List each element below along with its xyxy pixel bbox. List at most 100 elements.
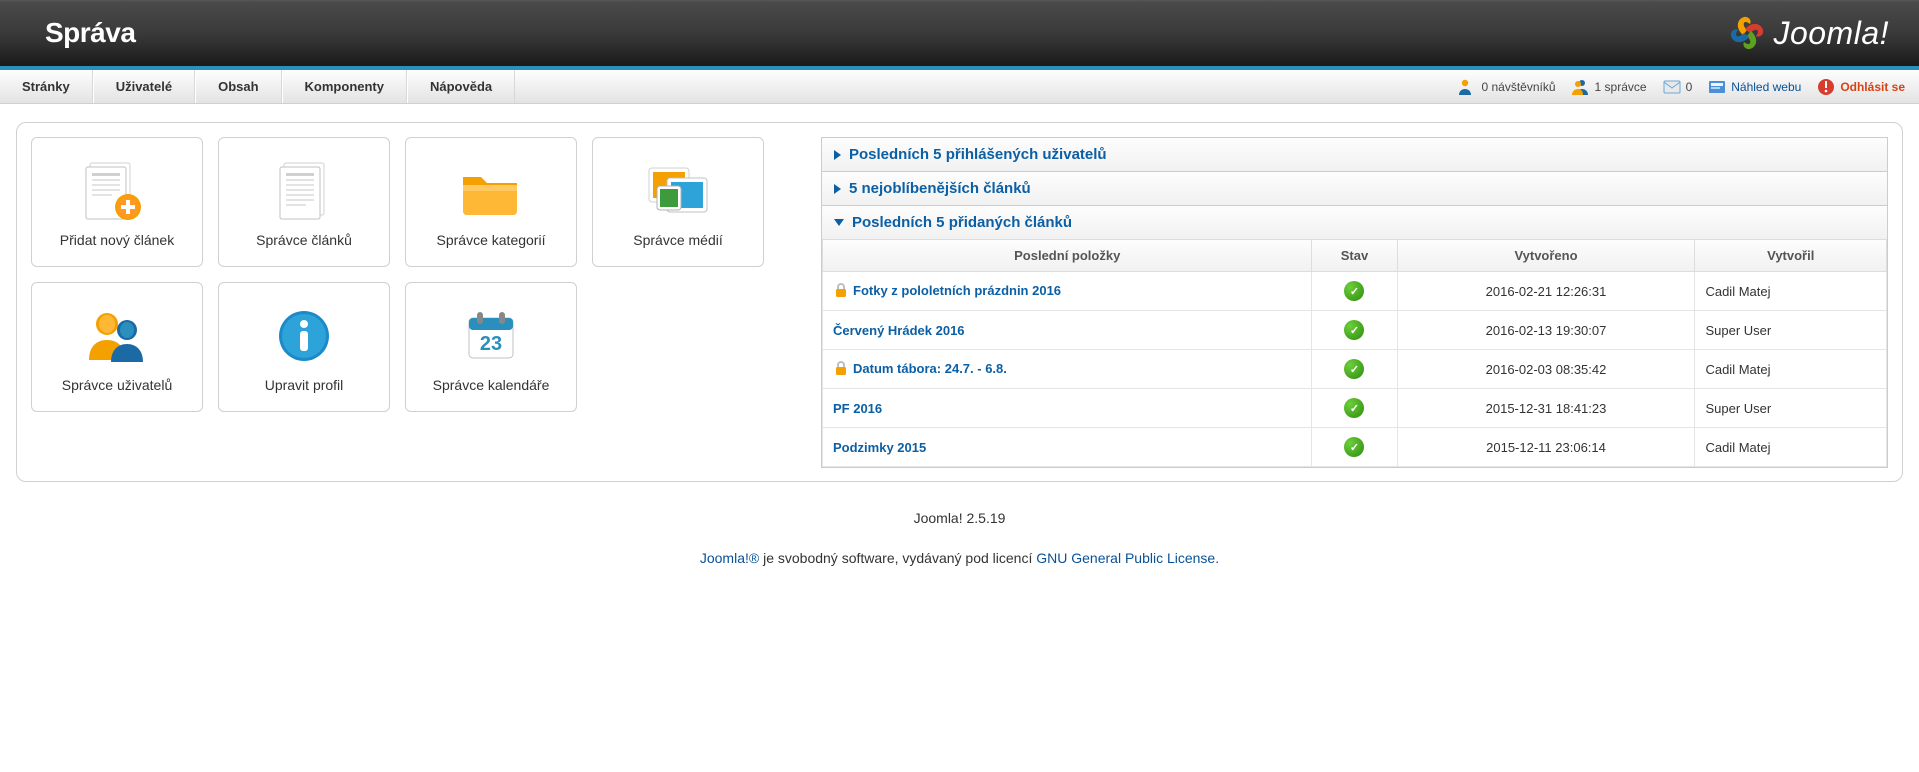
article-link[interactable]: Datum tábora: 24.7. - 6.8. [853,360,1007,375]
quickicon-label: Správce článků [256,232,352,248]
quickicon-label: Správce kategorií [437,232,546,248]
table-row: Červený Hrádek 2016 2016-02-13 19:30:07Su… [823,311,1887,350]
lock-icon [833,282,849,301]
folder-icon [458,156,524,226]
side-panels: Posledních 5 přihlášených uživatelů 5 ne… [821,137,1888,467]
cell-author: Super User [1695,311,1887,350]
content-area: Přidat nový článek Správce článků [16,122,1903,482]
quickicon-calendar-manager[interactable]: 23 Správce kalendáře [405,282,577,412]
cell-title: Datum tábora: 24.7. - 6.8. [823,350,1312,389]
quickicon-label: Přidat nový článek [60,232,174,248]
published-icon[interactable] [1344,281,1364,301]
cell-state [1312,428,1397,467]
panel-logged-title: Posledních 5 přihlášených uživatelů [849,146,1107,163]
cell-title: Červený Hrádek 2016 [823,311,1312,350]
quickicon-profile[interactable]: Upravit profil [218,282,390,412]
logout-icon [1817,78,1835,96]
quickicon-label: Správce kalendáře [433,377,550,393]
quickicon-add-article[interactable]: Přidat nový článek [31,137,203,267]
brand-text: Joomla! [1773,15,1889,52]
table-header-row: Poslední položky Stav Vytvořeno Vytvořil [823,240,1887,272]
cell-state [1312,350,1397,389]
quickicon-category-manager[interactable]: Správce kategorií [405,137,577,267]
footer-joomla-link[interactable]: Joomla!® [700,550,759,566]
cell-created: 2016-02-13 19:30:07 [1397,311,1695,350]
panel-logged-header[interactable]: Posledních 5 přihlášených uživatelů [822,138,1887,171]
footer-gpl-link[interactable]: GNU General Public License. [1036,550,1219,566]
menu-content[interactable]: Obsah [195,70,281,103]
article-icon [274,156,334,226]
chevron-right-icon [834,184,841,194]
table-row: Datum tábora: 24.7. - 6.8.2016-02-03 08:… [823,350,1887,389]
chevron-right-icon [834,150,841,160]
status-bar: 0 návštěvníků 1 správce 0 Náhled webu Od… [1458,70,1919,103]
table-row: Podzimky 20152015-12-11 23:06:14Cadil Ma… [823,428,1887,467]
menu-help[interactable]: Nápověda [407,70,515,103]
status-preview-link[interactable]: Náhled webu [1731,80,1801,94]
menu-components[interactable]: Komponenty [282,70,407,103]
info-icon [277,301,331,371]
menu-main: Stránky Uživatelé Obsah Komponenty Nápov… [0,70,515,103]
status-admins-text: 1 správce [1595,80,1647,94]
cell-title: Fotky z pololetních prázdnin 2016 [823,272,1312,311]
panel-recent-title: Posledních 5 přidaných článků [852,214,1072,231]
cell-created: 2015-12-31 18:41:23 [1397,389,1695,428]
published-icon[interactable] [1344,359,1364,379]
panel-logged-users: Posledních 5 přihlášených uživatelů [821,137,1888,172]
cell-author: Cadil Matej [1695,272,1887,311]
cell-state [1312,389,1397,428]
footer-license: Joomla!® je svobodný software, vydávaný … [0,550,1919,566]
quickicon-label: Upravit profil [265,377,344,393]
status-messages-count: 0 [1686,80,1693,94]
cell-author: Cadil Matej [1695,428,1887,467]
menubar: Stránky Uživatelé Obsah Komponenty Nápov… [0,70,1919,104]
status-visitors-text: 0 návštěvníků [1481,80,1555,94]
quickicon-label: Správce uživatelů [62,377,173,393]
th-author: Vytvořil [1695,240,1887,272]
visitor-icon [1458,78,1476,96]
quickicon-user-manager[interactable]: Správce uživatelů [31,282,203,412]
joomla-logo-icon [1727,13,1767,53]
brand-logo: Joomla! [1727,13,1919,53]
quickicon-label: Správce médií [633,232,722,248]
article-link[interactable]: Fotky z pololetních prázdnin 2016 [853,282,1061,297]
th-created: Vytvořeno [1397,240,1695,272]
menu-users[interactable]: Uživatelé [93,70,195,103]
table-row: PF 2016 2015-12-31 18:41:23Super User [823,389,1887,428]
recent-articles-table: Poslední položky Stav Vytvořeno Vytvořil… [822,240,1887,467]
status-logout[interactable]: Odhlásit se [1817,78,1905,96]
envelope-icon [1663,78,1681,96]
cell-state [1312,272,1397,311]
status-logout-link[interactable]: Odhlásit se [1840,80,1905,94]
calendar-icon: 23 [463,301,519,371]
users-icon [85,301,149,371]
table-row: Fotky z pololetních prázdnin 2016 2016-02… [823,272,1887,311]
quickicon-article-manager[interactable]: Správce článků [218,137,390,267]
quick-icons: Přidat nový článek Správce článků [31,137,801,467]
footer-text: je svobodný software, vydávaný pod licen… [759,550,1036,566]
cell-author: Cadil Matej [1695,350,1887,389]
cell-state [1312,311,1397,350]
panel-popular-articles: 5 nejoblíbenějších článků [821,171,1888,206]
panel-popular-header[interactable]: 5 nejoblíbenějších článků [822,172,1887,205]
footer-version: Joomla! 2.5.19 [0,510,1919,526]
published-icon[interactable] [1344,320,1364,340]
article-link[interactable]: Červený Hrádek 2016 [833,323,965,338]
cell-created: 2016-02-21 12:26:31 [1397,272,1695,311]
cell-title: PF 2016 [823,389,1312,428]
cell-author: Super User [1695,389,1887,428]
panel-popular-title: 5 nejoblíbenějších článků [849,180,1031,197]
menu-sites[interactable]: Stránky [0,70,93,103]
article-link[interactable]: Podzimky 2015 [833,440,926,455]
cell-title: Podzimky 2015 [823,428,1312,467]
header: Správa Joomla! [0,0,1919,70]
svg-text:23: 23 [480,333,502,355]
panel-recent-header[interactable]: Posledních 5 přidaných článků [822,206,1887,240]
published-icon[interactable] [1344,398,1364,418]
status-messages[interactable]: 0 [1663,78,1693,96]
status-preview[interactable]: Náhled webu [1708,78,1801,96]
article-link[interactable]: PF 2016 [833,401,882,416]
quickicon-media-manager[interactable]: Správce médií [592,137,764,267]
published-icon[interactable] [1344,437,1364,457]
chevron-down-icon [834,219,844,226]
